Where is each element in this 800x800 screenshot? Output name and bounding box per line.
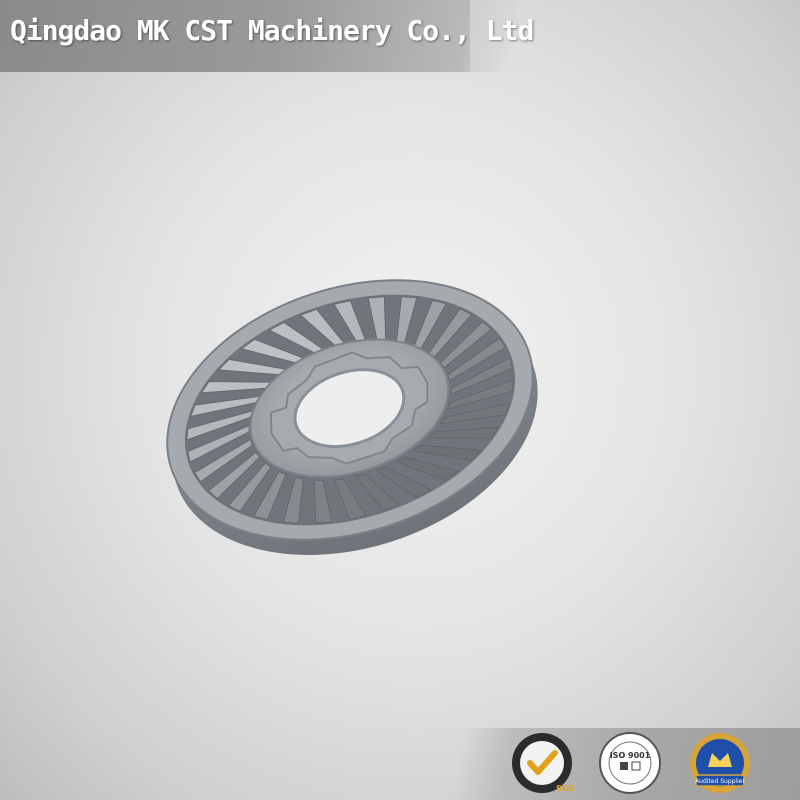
company-title: Qingdao MK CST Machinery Co., Ltd <box>10 14 534 47</box>
sgs-badge-label: SGS <box>556 784 574 793</box>
audited-badge-label: Audited Supplier <box>695 778 745 785</box>
product-photo <box>166 279 538 555</box>
product-page: Qingdao MK CST Machinery Co., Ltd SGS IS… <box>0 0 800 800</box>
sgs-badge: SGS <box>512 733 574 793</box>
title-banner: Qingdao MK CST Machinery Co., Ltd <box>0 0 800 72</box>
iso-badge: ISO 9001 <box>599 732 661 794</box>
audited-supplier-badge: Audited Supplier <box>690 733 750 793</box>
iso-badge-label: ISO 9001 <box>610 751 651 760</box>
certification-band <box>0 728 800 800</box>
